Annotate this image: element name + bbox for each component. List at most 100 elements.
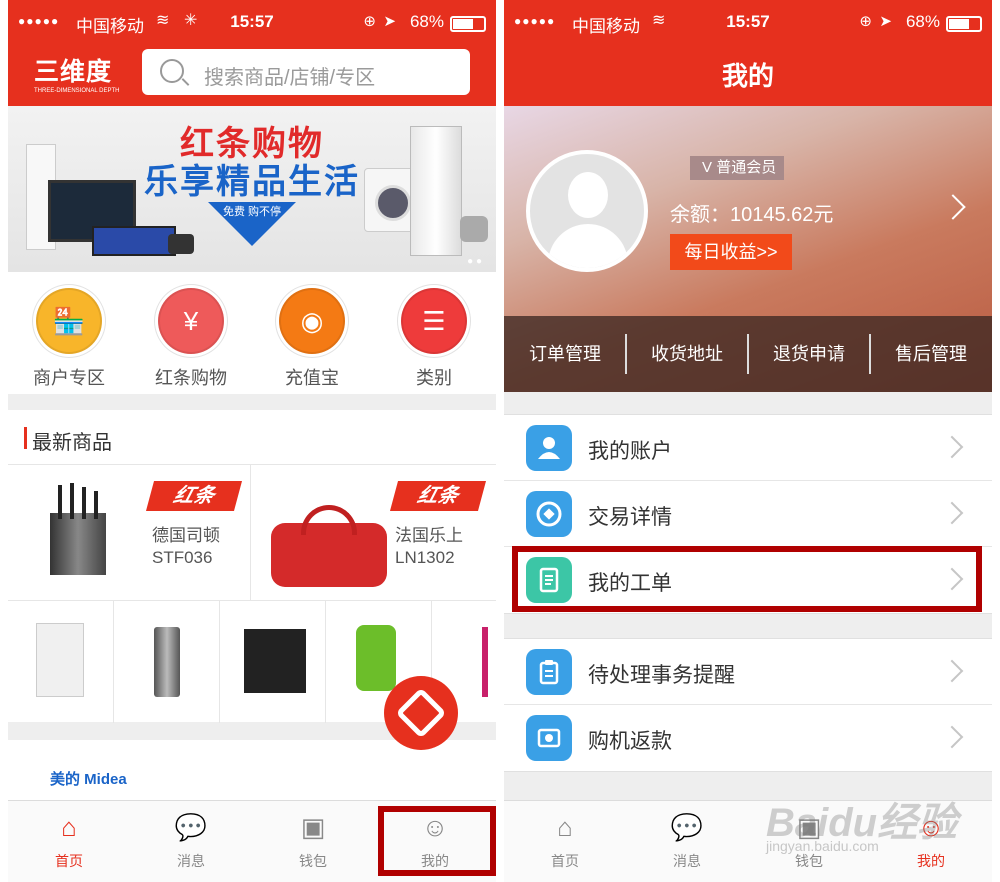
location-icon: ➤ xyxy=(879,13,892,30)
chat-icon: 💬 xyxy=(670,812,704,842)
tab-home[interactable]: ⌂ 首页 xyxy=(504,811,626,871)
divider xyxy=(869,334,871,374)
shipping-address-link[interactable]: 收货地址 xyxy=(626,316,748,392)
rotation-lock-icon: ⊕ xyxy=(363,13,376,30)
tab-home[interactable]: ⌂ 首页 xyxy=(8,811,130,871)
product-thumbnail[interactable] xyxy=(220,601,326,723)
refund-icon xyxy=(526,715,572,761)
divider xyxy=(747,334,749,374)
brand-name: 美的 Midea xyxy=(50,771,127,788)
chevron-right-icon[interactable] xyxy=(940,194,966,220)
menu-transaction-details[interactable]: 交易详情 xyxy=(504,481,992,547)
quick-entry-row: 🏪 商户专区 ¥ 红条购物 ◉ 充值宝 ☰ 类别 xyxy=(8,272,496,394)
search-placeholder: 搜索商品/店铺/专区 xyxy=(204,67,376,89)
battery-icon xyxy=(946,16,982,32)
tab-label: 首页 xyxy=(55,853,83,869)
watermark-url: jingyan.baidu.com xyxy=(766,838,879,854)
home-header: 三维度 THREE-DIMENSIONAL DEPTH 搜索商品/店铺/专区 xyxy=(8,44,496,106)
quick-label: 类别 xyxy=(416,368,452,388)
highlight-box xyxy=(378,806,496,876)
menu-pending-reminders[interactable]: 待处理事务提醒 xyxy=(504,639,992,705)
menu-label: 待处理事务提醒 xyxy=(588,664,735,687)
tab-label: 我的 xyxy=(917,853,945,869)
menu-label: 交易详情 xyxy=(588,506,672,529)
yen-icon: ¥ xyxy=(158,288,224,354)
cooker-image xyxy=(460,216,488,242)
menu-my-account[interactable]: 我的账户 xyxy=(504,415,992,481)
tab-label: 消息 xyxy=(673,853,701,869)
order-management-link[interactable]: 订单管理 xyxy=(504,316,626,392)
quick-merchant-zone[interactable]: 🏪 商户专区 xyxy=(24,288,114,390)
menu-purchase-refund[interactable]: 购机返款 xyxy=(504,705,992,771)
tab-label: 首页 xyxy=(551,853,579,869)
logo-subtext: THREE-DIMENSIONAL DEPTH xyxy=(34,88,120,94)
after-sales-link[interactable]: 售后管理 xyxy=(870,316,992,392)
member-badge: V 普通会员 xyxy=(690,156,785,180)
piggy-bank-icon: ◉ xyxy=(279,288,345,354)
quick-label: 商户专区 xyxy=(33,368,105,388)
page-title: 我的 xyxy=(721,61,774,91)
battery-icon xyxy=(450,16,486,32)
tab-messages[interactable]: 💬 消息 xyxy=(626,811,748,871)
daily-earnings-button[interactable]: 每日收益>> xyxy=(670,234,792,270)
section-title: 最新商品 xyxy=(32,432,112,454)
tab-messages[interactable]: 💬 消息 xyxy=(130,811,252,871)
clipboard-icon xyxy=(526,649,572,695)
knife-set-image xyxy=(28,483,138,583)
status-bar: ●●●●● 中国移动 ≋ ✳ 15:57 ⊕ ➤ 68% xyxy=(8,0,496,44)
avatar[interactable] xyxy=(526,150,648,272)
product-brand: 德国司顿 xyxy=(152,526,220,545)
product-name: 德国司顿 STF036 xyxy=(152,525,220,569)
product-thumbnail[interactable] xyxy=(8,601,114,723)
tab-label: 消息 xyxy=(177,853,205,869)
user-check-icon xyxy=(526,425,572,471)
battery-percent: 68% xyxy=(905,12,940,31)
chat-icon: 💬 xyxy=(174,812,208,842)
chevron-right-icon xyxy=(940,725,964,749)
promo-banner[interactable]: 红条购物 乐享精品生活 免费 购不停 ● ● xyxy=(8,106,496,272)
search-icon xyxy=(160,59,184,83)
search-input[interactable]: 搜索商品/店铺/专区 xyxy=(142,49,470,95)
bag-image xyxy=(271,483,387,587)
avatar-head xyxy=(568,172,608,218)
pen-image xyxy=(482,627,488,697)
profile-screen: ●●●●● 中国移动 ≋ 15:57 ⊕ ➤ 68% 我的 V 普通会员 余额：… xyxy=(504,0,992,882)
product-row: 红条 德国司顿 STF036 红条 法国乐上 LN1302 xyxy=(8,464,496,601)
cube-icon xyxy=(395,687,447,739)
home-screen: ●●●●● 中国移动 ≋ ✳ 15:57 ⊕ ➤ 68% 三维度 THREE-D… xyxy=(8,0,496,882)
floating-logo-button[interactable] xyxy=(384,676,458,750)
location-icon: ➤ xyxy=(383,13,396,30)
product-card[interactable]: 红条 德国司顿 STF036 xyxy=(8,465,251,601)
divider xyxy=(625,334,627,374)
app-logo[interactable]: 三维度 THREE-DIMENSIONAL DEPTH xyxy=(34,52,119,94)
purifier-image xyxy=(36,623,84,697)
product-name: 法国乐上 LN1302 xyxy=(395,525,463,569)
wallet-icon: ▣ xyxy=(300,812,326,842)
camera-image xyxy=(168,234,194,254)
thermos-image xyxy=(154,627,180,697)
cutlery-set-image xyxy=(244,629,306,693)
store-icon: 🏪 xyxy=(36,288,102,354)
tab-wallet[interactable]: ▣ 钱包 xyxy=(252,811,374,871)
tab-label: 钱包 xyxy=(299,853,327,869)
chevron-right-icon xyxy=(940,435,964,459)
vip-icon: V xyxy=(702,159,717,176)
home-icon: ⌂ xyxy=(557,812,573,842)
profile-card[interactable]: V 普通会员 余额：10145.62元 每日收益>> 订单管理 收货地址 退货申… xyxy=(504,106,992,392)
product-model: LN1302 xyxy=(395,548,455,567)
redline-tag: 红条 xyxy=(389,481,487,511)
return-request-link[interactable]: 退货申请 xyxy=(748,316,870,392)
product-thumbnail[interactable] xyxy=(114,601,220,723)
quick-redline-shopping[interactable]: ¥ 红条购物 xyxy=(146,288,236,390)
member-level: 普通会员 xyxy=(716,159,777,176)
section-accent-bar xyxy=(24,427,27,449)
avatar-body xyxy=(548,224,628,268)
product-card[interactable]: 红条 法国乐上 LN1302 xyxy=(251,465,494,601)
quick-label: 充值宝 xyxy=(285,368,339,388)
carousel-dots[interactable]: ● ● xyxy=(467,256,482,267)
tab-label: 钱包 xyxy=(795,853,823,869)
quick-category[interactable]: ☰ 类别 xyxy=(389,288,479,390)
tablets-image xyxy=(92,226,176,256)
profile-header: 我的 xyxy=(504,44,992,106)
quick-recharge[interactable]: ◉ 充值宝 xyxy=(267,288,357,390)
